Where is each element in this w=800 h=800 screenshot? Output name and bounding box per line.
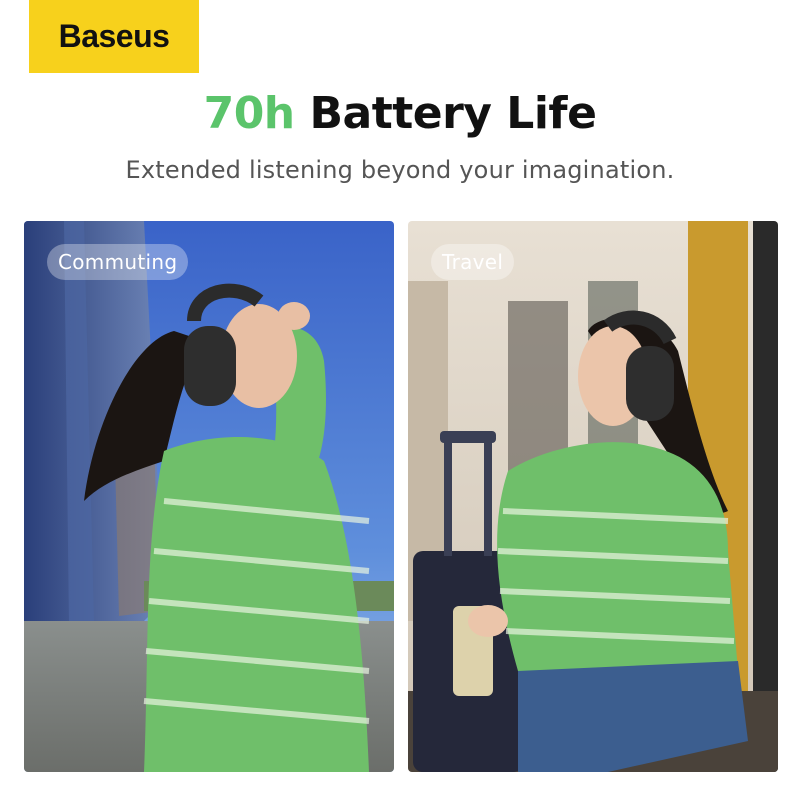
headline: 70h Battery Life	[0, 88, 800, 139]
headline-accent: 70h	[203, 88, 296, 139]
commuting-scene-illustration	[24, 221, 394, 772]
logo-text: Baseus	[58, 18, 170, 54]
scene-label-commuting: Commuting	[47, 244, 189, 280]
baseus-logo: Baseus	[29, 0, 199, 73]
travel-photo: Travel	[408, 221, 778, 772]
travel-scene-illustration	[408, 221, 778, 772]
subline: Extended listening beyond your imaginati…	[125, 156, 675, 184]
commuting-photo: Commuting	[24, 221, 394, 772]
scene-label-travel: Travel	[431, 244, 515, 280]
headline-rest: Battery Life	[309, 88, 597, 139]
